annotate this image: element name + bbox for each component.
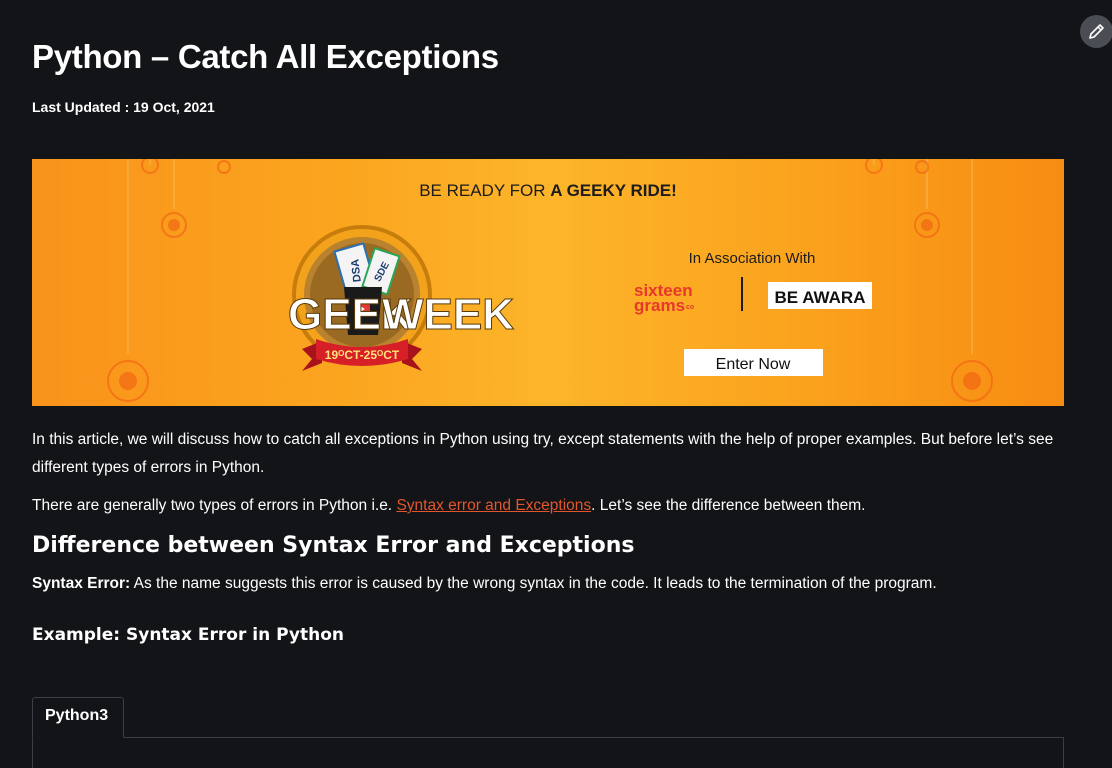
sponsor-grams: grams — [634, 296, 685, 315]
geek-week-logo: DSA SDE GEEK WEEK 19ᴼCT-25ᴼCT — [288, 225, 515, 371]
association-text: In Association With — [689, 250, 816, 267]
error-types-text-after: . Let’s see the difference between them. — [591, 497, 866, 514]
error-types-text-before: There are generally two types of errors … — [32, 497, 397, 514]
enter-now-label: Enter Now — [716, 356, 791, 373]
sponsor-divider — [741, 277, 743, 311]
error-types-paragraph: There are generally two types of errors … — [32, 492, 1064, 520]
page-title: Python – Catch All Exceptions — [32, 38, 499, 75]
last-updated: Last Updated : 19 Oct, 2021 — [32, 99, 215, 115]
code-block[interactable] — [32, 737, 1064, 768]
syntax-error-paragraph: Syntax Error: As the name suggests this … — [32, 570, 937, 598]
syntax-error-label: Syntax Error: — [32, 575, 131, 592]
geek-week-banner[interactable]: BE READY FOR A GEEKY RIDE! DSA SDE GEEK … — [32, 159, 1064, 406]
ribbon-dates: 19ᴼCT-25ᴼCT — [325, 348, 400, 362]
difference-heading: Difference between Syntax Error and Exce… — [32, 533, 635, 558]
banner-headline-bold: A GEEKY RIDE! — [550, 181, 677, 200]
sponsor-be-awara: BE AWARA — [775, 288, 866, 307]
tab-python3[interactable]: Python3 — [32, 697, 124, 738]
banner-headline: BE READY FOR — [419, 181, 550, 200]
syntax-error-link[interactable]: Syntax error and Exceptions — [396, 497, 591, 514]
edit-button[interactable] — [1080, 15, 1112, 48]
sponsor-grams-suffix: co — [686, 304, 694, 311]
syntax-error-description: As the name suggests this error is cause… — [130, 575, 937, 592]
example-heading: Example: Syntax Error in Python — [32, 625, 344, 645]
logo-week: WEEK — [382, 290, 514, 339]
ticket-dsa: DSA — [349, 258, 363, 282]
banner-graphic: BE READY FOR A GEEKY RIDE! DSA SDE GEEK … — [107, 159, 993, 402]
intro-paragraph: In this article, we will discuss how to … — [32, 431, 1054, 476]
svg-text:BE READY FOR A GEEKY RIDE!: BE READY FOR A GEEKY RIDE! — [419, 181, 677, 200]
pencil-icon — [1089, 24, 1104, 39]
